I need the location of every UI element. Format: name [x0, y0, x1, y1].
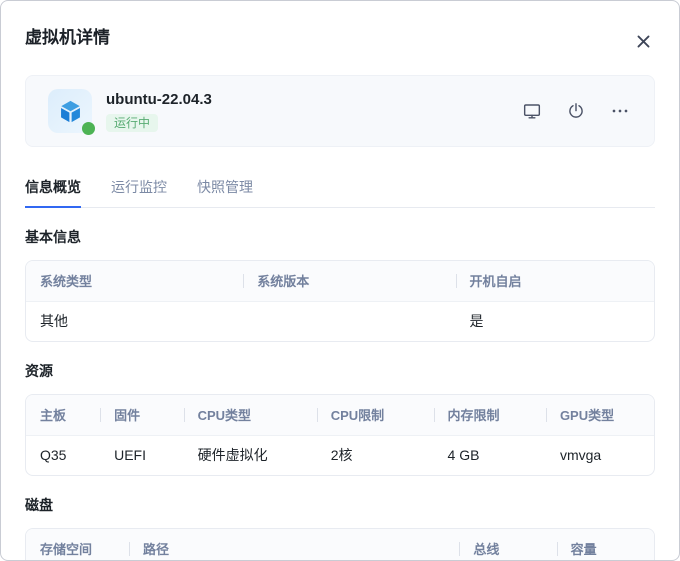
- cell-cpu-limit: 2核: [316, 434, 434, 475]
- column-header-path: 路径: [128, 529, 459, 560]
- cell-memory-limit: 4 GB: [433, 434, 546, 475]
- column-header-memory-limit: 内存限制: [433, 395, 546, 435]
- vm-details-dialog: 虚拟机详情 ubuntu-22.04.3 运行中 信息概览 运行监控 快照管理 …: [0, 0, 680, 561]
- close-button[interactable]: [633, 31, 653, 51]
- power-button[interactable]: [564, 99, 588, 123]
- power-icon: [569, 103, 583, 118]
- close-icon: [637, 35, 649, 47]
- resources-header-row: 主板 固件 CPU类型 CPU限制 内存限制 GPU类型: [26, 395, 654, 435]
- cell-os-type: 其他: [26, 300, 244, 341]
- column-header-storage-pool: 存储空间: [40, 542, 93, 558]
- cell-firmware: UEFI: [100, 434, 184, 475]
- display-icon: [523, 104, 541, 119]
- more-button[interactable]: [608, 99, 632, 123]
- vm-meta: ubuntu-22.04.3 运行中: [106, 91, 212, 132]
- cell-autostart: 是: [455, 300, 654, 341]
- vm-identity: ubuntu-22.04.3 运行中: [48, 89, 212, 135]
- resources-table: 主板 固件 CPU类型 CPU限制 内存限制 GPU类型 Q35 UEFI 硬件…: [25, 394, 655, 476]
- column-header-cpu-limit: CPU限制: [316, 395, 434, 435]
- column-header-firmware: 固件: [100, 395, 184, 435]
- section-title-resources: 资源: [25, 363, 53, 379]
- basic-info-header-row: 系统类型 系统版本 开机自启: [26, 261, 654, 301]
- column-header-os-type: 系统类型: [40, 274, 93, 290]
- tab-snapshots[interactable]: 快照管理: [197, 177, 253, 208]
- column-header-motherboard: 主板: [40, 408, 67, 424]
- column-header-os-version: 系统版本: [243, 261, 455, 301]
- cube-icon: [60, 100, 80, 122]
- dialog-header: 虚拟机详情: [1, 1, 679, 49]
- column-header-bus: 总线: [459, 529, 556, 560]
- column-header-autostart: 开机自启: [455, 261, 654, 301]
- dialog-title: 虚拟机详情: [25, 28, 110, 47]
- basic-info-table: 系统类型 系统版本 开机自启 其他 是: [25, 260, 655, 342]
- disk-table: 存储空间 路径 总线 容量: [25, 528, 655, 560]
- column-header-cpu-type: CPU类型: [183, 395, 317, 435]
- running-status-dot: [82, 122, 95, 135]
- vm-name: ubuntu-22.04.3: [106, 90, 212, 108]
- vm-icon-tile: [48, 89, 95, 135]
- tab-monitoring[interactable]: 运行监控: [111, 177, 167, 208]
- basic-info-row: 其他 是: [26, 300, 654, 341]
- console-button[interactable]: [520, 99, 544, 123]
- disk-header-row: 存储空间 路径 总线 容量: [26, 529, 654, 560]
- ellipsis-icon: [612, 109, 628, 113]
- cell-gpu-type: vmvga: [545, 434, 654, 475]
- column-header-capacity: 容量: [556, 529, 654, 560]
- tab-overview[interactable]: 信息概览: [25, 177, 81, 208]
- cell-motherboard: Q35: [26, 434, 101, 475]
- cell-os-version: [243, 300, 456, 341]
- vm-summary-card: ubuntu-22.04.3 运行中: [25, 75, 655, 147]
- resources-row: Q35 UEFI 硬件虚拟化 2核 4 GB vmvga: [26, 434, 654, 475]
- cell-cpu-type: 硬件虚拟化: [183, 434, 317, 475]
- column-header-gpu-type: GPU类型: [545, 395, 654, 435]
- status-badge: 运行中: [106, 113, 159, 132]
- vm-actions: [520, 99, 632, 123]
- section-title-basic-info: 基本信息: [25, 229, 81, 245]
- tab-bar: 信息概览 运行监控 快照管理: [25, 177, 655, 208]
- section-title-disk: 磁盘: [25, 497, 53, 513]
